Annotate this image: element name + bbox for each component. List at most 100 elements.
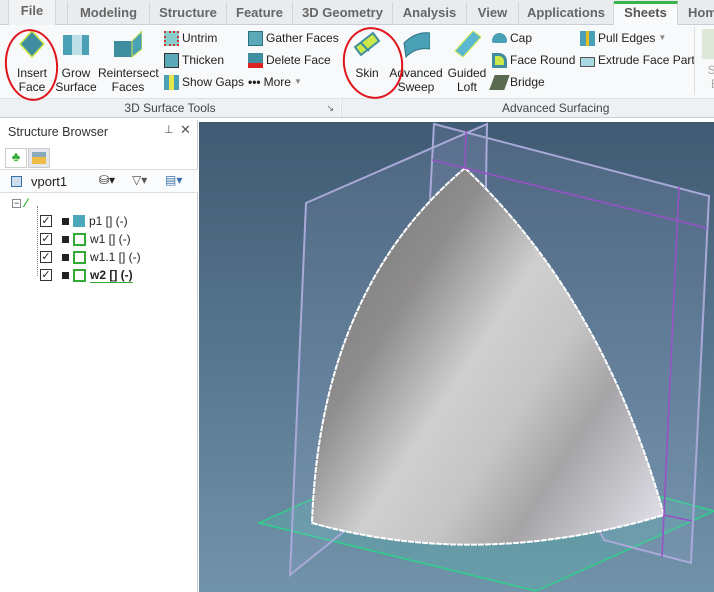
label: More [263, 75, 291, 89]
label: Su [707, 63, 714, 77]
lock-icon [62, 253, 69, 261]
surface-body-icon [73, 232, 86, 246]
visibility-checkbox[interactable]: ✓ [40, 269, 52, 281]
tab-structure[interactable]: Structure [150, 2, 227, 25]
label: Reintersect [98, 66, 159, 80]
label: Faces [111, 80, 145, 94]
show-gaps-button[interactable]: Show Gaps [164, 72, 244, 92]
label: Untrim [182, 31, 218, 45]
delete-face-button[interactable]: Delete Face [248, 50, 331, 70]
close-icon[interactable]: ✕ [180, 122, 191, 138]
reintersect-faces-button[interactable]: Reintersect Faces [98, 29, 159, 94]
label: Grow [61, 66, 91, 80]
group-label-3d-surface-tools: 3D Surface Tools ↘ [0, 98, 340, 117]
surface-body-icon [73, 250, 86, 264]
untrim-button[interactable]: Untrim [164, 28, 217, 48]
lock-icon [62, 217, 69, 225]
grow-surface-button[interactable]: Grow Surface [54, 29, 98, 94]
ribbon: Insert Face Grow Surface Reintersect Faces … [0, 22, 714, 118]
browser-toolbar: vport1 ⛁▾ ▽▾ ▤▾ [0, 169, 198, 193]
tab-3d-geometry[interactable]: 3D Geometry [293, 2, 393, 25]
panel-title: Structure Browser [8, 125, 109, 139]
tab-analysis[interactable]: Analysis [393, 2, 467, 25]
label: Thicken [182, 53, 225, 67]
item-label: w1 [] (-) [90, 232, 131, 246]
viewport-name[interactable]: vport1 [31, 174, 67, 189]
hierarchy-icon: ♣ [11, 149, 21, 164]
tree-view-tab[interactable]: ♣ [5, 148, 27, 168]
filter-icon[interactable]: ▽▾ [132, 173, 147, 187]
layers-view-tab[interactable] [28, 148, 50, 168]
structure-browser: Structure Browser ⊥ ✕ ♣ vport1 ⛁▾ ▽▾ ▤▾ … [0, 120, 198, 592]
label: Loft [456, 80, 477, 94]
delete-face-icon [248, 52, 263, 68]
reintersect-faces-icon [114, 29, 143, 59]
tree-item-w1[interactable]: ✓ w1 [] (-) [40, 230, 131, 248]
layers-icon [32, 152, 46, 164]
surface-edit-button[interactable]: SuE [700, 29, 714, 91]
cap-button[interactable]: Cap [492, 28, 532, 48]
chevron-down-icon: ▼ [293, 77, 302, 86]
tree-item-w2[interactable]: ✓ w2 [] (-) [40, 266, 133, 284]
gather-faces-icon [248, 30, 263, 46]
group-label-advanced-surfacing: Advanced Surfacing [341, 98, 714, 117]
thicken-icon [164, 52, 179, 68]
separator [694, 27, 695, 95]
line-icon: ⁄ [25, 196, 28, 210]
visibility-checkbox[interactable]: ✓ [40, 233, 52, 245]
thicken-button[interactable]: Thicken [164, 50, 224, 70]
tree-item-p1[interactable]: ✓ p1 [] (-) [40, 212, 128, 230]
tab-modeling[interactable]: Modeling [67, 2, 150, 25]
guided-loft-button[interactable]: Guided Loft [446, 29, 488, 94]
chevron-down-icon: ▼ [658, 33, 667, 42]
label: E [700, 77, 714, 91]
solid-body-icon [73, 215, 85, 227]
cap-icon [492, 33, 507, 43]
face-round-button[interactable]: Face Round [492, 50, 575, 70]
label: Pull Edges [598, 31, 656, 45]
lock-icon [62, 271, 69, 279]
item-label: w1.1 [] (-) [90, 250, 141, 264]
viewport-icon [11, 176, 22, 187]
dialog-launcher-icon[interactable]: ↘ [326, 99, 334, 117]
label: Face Round [510, 53, 576, 67]
tab-file[interactable]: File [8, 0, 56, 25]
face-round-icon [492, 52, 507, 68]
more-dropdown[interactable]: ••• More ▼ [248, 72, 302, 92]
extrude-face-part-button[interactable]: Extrude Face Part [580, 50, 695, 70]
bridge-button[interactable]: Bridge [489, 72, 545, 92]
tab-sheets[interactable]: Sheets [614, 1, 678, 25]
tab-home[interactable]: Hom [678, 2, 714, 25]
lock-icon [62, 235, 69, 243]
visibility-checkbox[interactable]: ✓ [40, 215, 52, 227]
surface-edit-icon [702, 29, 714, 59]
label: Surface [55, 80, 97, 94]
visibility-checkbox[interactable]: ✓ [40, 251, 52, 263]
item-label: p1 [] (-) [89, 214, 128, 228]
tab-view[interactable]: View [467, 2, 519, 25]
find-binoculars-icon[interactable]: ⛁▾ [99, 173, 115, 187]
tree-item-w1-1[interactable]: ✓ w1.1 [] (-) [40, 248, 141, 266]
tree-line [37, 206, 38, 276]
tree-root[interactable]: − ⁄ [12, 194, 27, 212]
extrude-face-part-icon [580, 57, 595, 67]
collapse-icon[interactable]: − [12, 198, 21, 208]
label: Bridge [510, 75, 545, 89]
pull-edges-icon [580, 30, 595, 46]
advanced-sweep-icon [403, 32, 431, 59]
show-gaps-icon [164, 74, 179, 90]
pull-edges-dropdown[interactable]: Pull Edges ▼ [580, 28, 666, 48]
item-label-active: w2 [] (-) [90, 267, 133, 283]
options-icon[interactable]: ▤▾ [165, 173, 182, 187]
gather-faces-button[interactable]: Gather Faces [248, 28, 339, 48]
untrim-icon [164, 30, 179, 46]
label: Show Gaps [182, 75, 245, 89]
label: Gather Faces [266, 31, 339, 45]
pin-icon[interactable]: ⊥ [164, 123, 174, 136]
tab-applications[interactable]: Applications [519, 2, 614, 25]
bridge-icon [489, 74, 510, 90]
3d-viewport[interactable] [199, 122, 714, 592]
guided-loft-icon [454, 30, 482, 58]
label: Cap [510, 31, 533, 45]
tab-feature[interactable]: Feature [227, 2, 293, 25]
